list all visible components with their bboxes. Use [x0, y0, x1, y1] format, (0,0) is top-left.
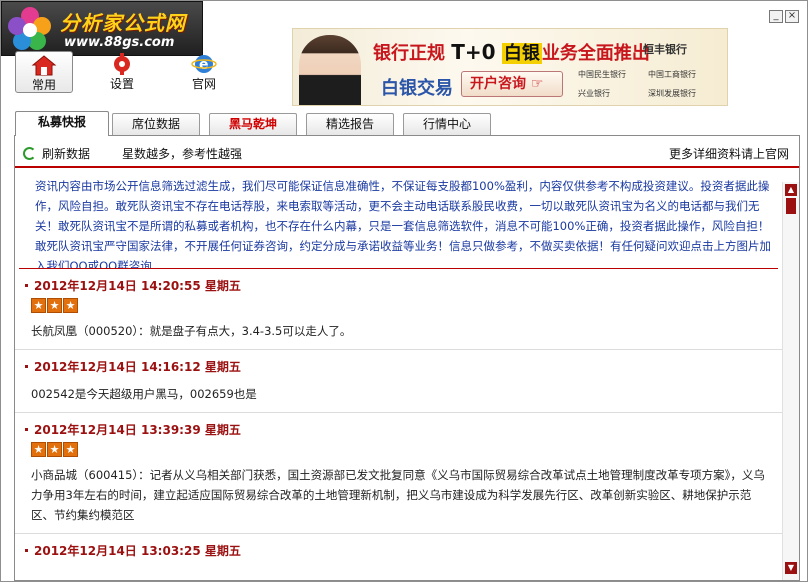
logo: 分析家公式网 www.88gs.com [1, 1, 203, 56]
star-icon: ★ [47, 442, 62, 457]
refresh-button[interactable]: 刷新数据 [23, 145, 90, 162]
scroll-down-arrow-icon[interactable]: ▼ [785, 562, 797, 574]
home-icon [31, 55, 57, 76]
ad-person-image [299, 35, 361, 105]
settings-button[interactable]: 设置 [93, 53, 151, 93]
ad-banner[interactable]: 银行正规 T+0 白银 业务全面推出 恒丰银行 白银交易 开户咨询 ☞ 中国民生银… [292, 28, 728, 106]
ad-headline: 银行正规 T+0 白银 业务全面推出 [373, 39, 650, 65]
ad-headline-a: 银行正规 [373, 43, 445, 64]
news-entry: 2012年12月14日 13:03:25 星期五 [15, 534, 782, 560]
ad-cta-label: 开户咨询 [470, 76, 526, 92]
tab-private-fund-news[interactable]: 私募快报 [15, 111, 109, 136]
ad-bank-list: 中国民生银行 中国工商银行兴业银行 深圳发展银行 [578, 65, 727, 103]
logo-brand-text: 分析家公式网 [60, 11, 186, 35]
star-icon: ★ [63, 442, 78, 457]
star-hint-text: 星数越多，参考性越强 [122, 147, 243, 161]
common-button[interactable]: 常用 [15, 51, 73, 93]
entry-time: 2012年12月14日 13:39:39 星期五 [31, 421, 782, 439]
settings-button-label: 设置 [109, 77, 134, 91]
news-entry: 2012年12月14日 13:39:39 星期五 ★ ★ ★ 小商品城（600415… [15, 413, 782, 534]
tab-bar: 私募快报 席位数据 黑马乾坤 精选报告 行情中心 [15, 111, 801, 136]
official-site-button-label: 官网 [191, 77, 216, 91]
ad-bank: 兴业银行 [578, 89, 610, 98]
news-entry: 2012年12月14日 14:20:55 星期五 ★ ★ ★ 长航凤凰（000520… [15, 269, 782, 350]
disclaimer-text: 资讯内容由市场公开信息筛选过滤生成，我们尽可能保证信息准确性，不保证每支股都10… [19, 170, 778, 269]
more-info-link[interactable]: 更多详细资料请上官网 [669, 145, 789, 162]
ad-bank: 中国工商银行 [648, 70, 696, 79]
sub-toolbar: 刷新数据 星数越多，参考性越强 更多详细资料请上官网 [15, 136, 799, 168]
app-window: 分析家公式网 www.88gs.com 常用 设置 e 官网 _ × 银行正规 … [0, 0, 808, 582]
star-rating: ★ ★ ★ [31, 442, 782, 462]
star-rating: ★ ★ ★ [31, 298, 782, 318]
news-entry: 2012年12月14日 14:16:12 星期五 002542是今天超级用户黑马… [15, 350, 782, 413]
scroll-up-arrow-icon[interactable]: ▲ [785, 184, 797, 196]
cursor-hand-icon: ☞ [530, 76, 544, 92]
ad-bank: 深圳发展银行 [648, 89, 696, 98]
star-icon: ★ [31, 298, 46, 313]
ad-headline-silver: 白银 [501, 43, 542, 64]
browser-e-icon: e [191, 55, 217, 73]
tab-dark-horse[interactable]: 黑马乾坤 [209, 113, 297, 135]
star-icon: ★ [31, 442, 46, 457]
tab-selected-reports[interactable]: 精选报告 [306, 113, 394, 135]
tab-seat-data[interactable]: 席位数据 [112, 113, 200, 135]
star-icon: ★ [63, 298, 78, 313]
entry-time: 2012年12月14日 14:20:55 星期五 [31, 277, 782, 295]
tab-market-center[interactable]: 行情中心 [403, 113, 491, 135]
top-toolbar: 分析家公式网 www.88gs.com 常用 设置 e 官网 _ × 银行正规 … [1, 1, 807, 106]
settings-icon [114, 53, 130, 75]
close-button[interactable]: × [785, 10, 799, 23]
common-button-label: 常用 [31, 78, 56, 92]
entry-time: 2012年12月14日 14:16:12 星期五 [31, 358, 782, 376]
window-controls: _ × [767, 7, 799, 23]
logo-site-url: www.88gs.com [64, 35, 175, 50]
star-icon: ★ [47, 298, 62, 313]
ad-subline: 白银交易 [381, 78, 453, 99]
entry-text: 002542是今天超级用户黑马，002659也是 [31, 387, 257, 401]
entry-time: 2012年12月14日 13:03:25 星期五 [31, 542, 782, 560]
main-panel: 刷新数据 星数越多，参考性越强 更多详细资料请上官网 资讯内容由市场公开信息筛选… [14, 135, 800, 581]
official-site-button[interactable]: e 官网 [175, 53, 233, 93]
ad-cta-button[interactable]: 开户咨询 ☞ [461, 71, 563, 97]
minimize-button[interactable]: _ [769, 10, 783, 23]
news-list: 资讯内容由市场公开信息筛选过滤生成，我们尽可能保证信息准确性，不保证每支股都10… [15, 170, 782, 580]
ad-headline-tp: T+0 [451, 40, 496, 64]
refresh-icon [23, 147, 36, 160]
flower-logo-icon [8, 7, 51, 50]
entry-text: 小商品城（600415）：记者从义乌相关部门获悉，国土资源部已发文批复同意《义乌… [31, 468, 765, 522]
ad-bank-top: 恒丰银行 [643, 43, 687, 56]
vertical-scrollbar[interactable]: ▲ ▼ [782, 182, 799, 580]
scroll-thumb[interactable] [786, 198, 796, 214]
refresh-label: 刷新数据 [42, 147, 91, 161]
entry-text: 长航凤凰（000520）：就是盘子有点大，3.4-3.5可以走人了。 [31, 324, 352, 338]
ad-headline-b: 业务全面推出 [541, 43, 650, 64]
ad-bank: 中国民生银行 [578, 70, 626, 79]
